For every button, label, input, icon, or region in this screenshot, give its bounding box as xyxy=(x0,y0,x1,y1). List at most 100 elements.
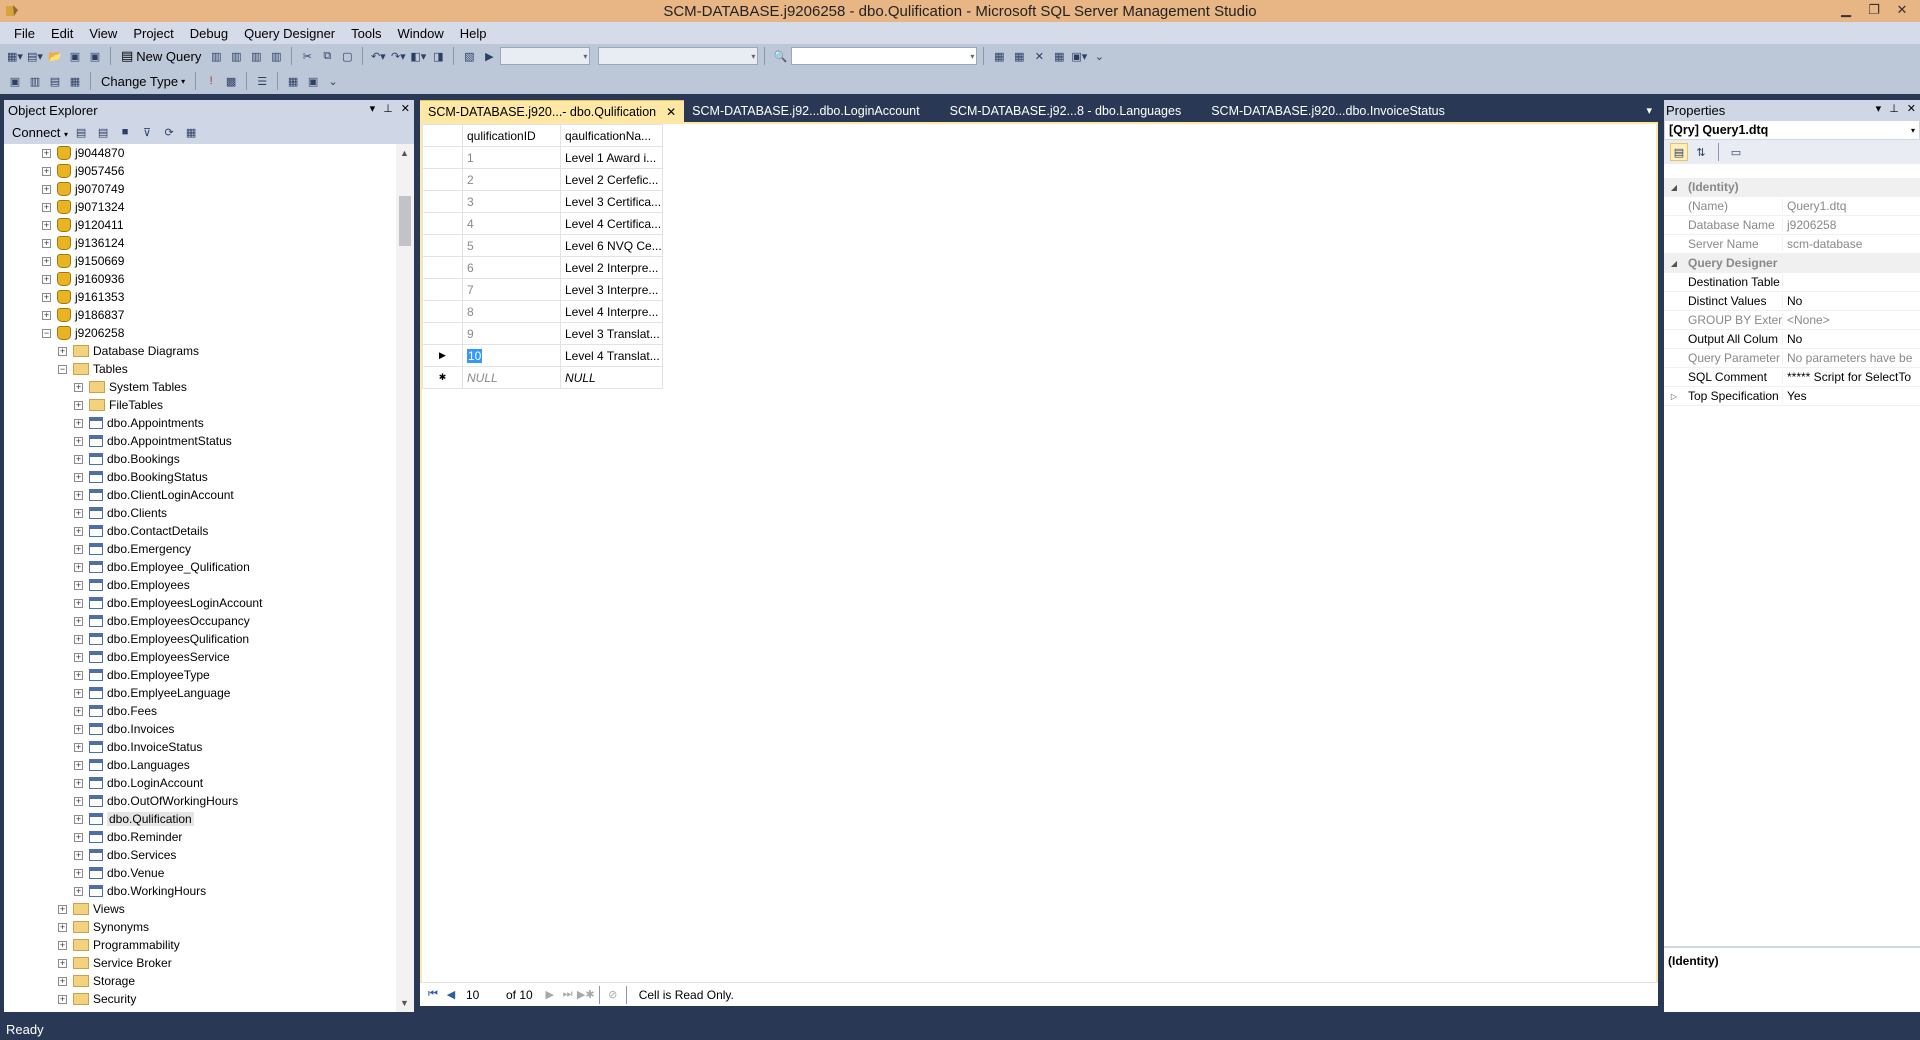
expand-icon[interactable]: + xyxy=(42,202,51,212)
stop-icon[interactable]: ■ xyxy=(116,123,134,141)
table-row[interactable]: 5 Level 6 NVQ Ce... xyxy=(422,234,663,257)
tree-node[interactable]: + dbo.Employee_Qulification xyxy=(74,558,250,576)
group-by-icon[interactable]: ☰ xyxy=(253,72,271,90)
db-engine-query-icon[interactable]: ▥ xyxy=(207,47,225,65)
scroll-down-icon[interactable]: ▼ xyxy=(400,998,409,1008)
tree-node[interactable]: + dbo.EmplyeeLanguage xyxy=(74,684,230,702)
previous-record-icon[interactable]: ◀ xyxy=(442,988,460,1001)
tree-node[interactable]: + j9186837 xyxy=(42,306,124,324)
tree-node[interactable]: + dbo.Employees xyxy=(74,576,190,594)
tree-node[interactable]: + dbo.InvoiceStatus xyxy=(74,738,202,756)
cell-qualification-name[interactable]: Level 3 Certifica... xyxy=(560,190,663,213)
expand-icon[interactable]: + xyxy=(74,490,83,500)
new-query-button[interactable]: ▤ New Query xyxy=(117,48,205,64)
table-row[interactable]: 3 Level 3 Certifica... xyxy=(422,190,663,213)
disconnect-icon[interactable]: ▤ xyxy=(94,123,112,141)
tree-node[interactable]: + j9070749 xyxy=(42,180,124,198)
minimize-icon[interactable]: ▁ xyxy=(1832,0,1860,20)
menu-window[interactable]: Window xyxy=(390,26,452,41)
tab-invoicestatus[interactable]: SCM-DATABASE.j920...dbo.InvoiceStatus xyxy=(1203,100,1453,122)
tree-scrollbar[interactable]: ▲ ▼ xyxy=(396,144,414,1012)
new-row-indicator-icon[interactable]: ✱ xyxy=(422,366,463,389)
scroll-thumb[interactable] xyxy=(399,196,411,246)
close-icon[interactable]: ✕ xyxy=(401,102,410,115)
xmla-query-icon[interactable]: ▥ xyxy=(267,47,285,65)
tree-node[interactable]: + j9161353 xyxy=(42,288,124,306)
property-value[interactable]: No xyxy=(1783,294,1920,308)
tree-node[interactable]: + j9160936 xyxy=(42,270,124,288)
collapse-icon[interactable]: ◢ xyxy=(1664,259,1684,268)
menu-help[interactable]: Help xyxy=(452,26,495,41)
expand-icon[interactable]: + xyxy=(74,400,83,410)
tree-node[interactable]: + System Tables xyxy=(74,378,187,396)
last-record-icon[interactable]: ⏭ xyxy=(559,988,577,1001)
expand-icon[interactable]: + xyxy=(58,958,67,968)
tree-node[interactable]: + dbo.AppointmentStatus xyxy=(74,432,232,450)
cell-qualification-name[interactable]: Level 3 Interpre... xyxy=(560,278,663,301)
cut-icon[interactable]: ✂ xyxy=(298,47,316,65)
pin-icon[interactable]: ⊥ xyxy=(383,102,393,115)
panel-dropdown-icon[interactable]: ▾ xyxy=(370,102,376,115)
expand-icon[interactable]: + xyxy=(42,166,51,176)
tree-node[interactable]: + Synonyms xyxy=(58,918,149,936)
property-row[interactable]: Server Name scm-database xyxy=(1664,235,1920,254)
tree-node[interactable]: + dbo.Qulification xyxy=(74,810,194,828)
cell-qualification-name[interactable]: Level 2 Cerfefic... xyxy=(560,168,663,191)
find-combo[interactable]: ▾ xyxy=(791,47,978,65)
menu-view[interactable]: View xyxy=(81,26,125,41)
tab-list-dropdown-icon[interactable]: ▾ xyxy=(1646,104,1652,117)
cell-qualification-name[interactable]: Level 4 Certifica... xyxy=(560,212,663,235)
navigate-forward-icon[interactable]: ◨ xyxy=(429,47,447,65)
tree-node[interactable]: + dbo.EmployeeType xyxy=(74,666,210,684)
tree-node[interactable]: + Storage xyxy=(58,972,135,990)
expand-icon[interactable]: + xyxy=(42,274,51,284)
cell-qulification-id[interactable]: NULL xyxy=(462,366,561,389)
cell-qulification-id[interactable]: 9 xyxy=(462,322,561,345)
tree-node[interactable]: + Programmability xyxy=(58,936,180,954)
expand-icon[interactable]: + xyxy=(74,562,83,572)
new-project-icon[interactable]: ▦▾ xyxy=(6,47,24,65)
row-header[interactable] xyxy=(422,322,463,345)
close-icon[interactable]: ✕ xyxy=(1888,0,1916,20)
solution-platform-combo[interactable]: ▾ xyxy=(598,47,759,65)
toolbox-icon[interactable]: ▦ xyxy=(1050,47,1068,65)
cell-qulification-id[interactable]: 7 xyxy=(462,278,561,301)
tree-node[interactable]: + dbo.Bookings xyxy=(74,450,180,468)
filter-icon[interactable]: ⊽ xyxy=(138,123,156,141)
add-item-icon[interactable]: ▤▾ xyxy=(26,47,44,65)
save-all-icon[interactable]: ▣ xyxy=(86,47,104,65)
tree-node[interactable]: + dbo.EmployeesLoginAccount xyxy=(74,594,262,612)
tree-node[interactable]: + dbo.Venue xyxy=(74,864,164,882)
expand-icon[interactable]: + xyxy=(74,868,83,878)
table-row[interactable]: 2 Level 2 Cerfefic... xyxy=(422,168,663,191)
solution-config-combo[interactable]: ▾ xyxy=(500,47,591,65)
tree-node[interactable]: + dbo.Invoices xyxy=(74,720,174,738)
property-row[interactable]: Output All Colum No xyxy=(1664,330,1920,349)
expand-icon[interactable]: + xyxy=(74,472,83,482)
open-file-icon[interactable]: 📂 xyxy=(46,47,64,65)
column-header[interactable]: qaulficationNa... xyxy=(560,124,663,147)
pin-icon[interactable]: ⊥ xyxy=(1889,102,1899,115)
cell-qualification-name[interactable]: Level 1 Award i... xyxy=(560,146,663,169)
row-header[interactable] xyxy=(422,234,463,257)
close-icon[interactable]: ✕ xyxy=(666,105,676,119)
add-table-icon[interactable]: ▦ xyxy=(284,72,302,90)
tree-node[interactable]: + dbo.LoginAccount xyxy=(74,774,203,792)
expand-icon[interactable]: + xyxy=(58,904,67,914)
cell-qualification-name[interactable]: NULL xyxy=(560,366,663,389)
cell-qualification-name[interactable]: Level 3 Translat... xyxy=(560,322,663,345)
menu-query-designer[interactable]: Query Designer xyxy=(236,26,343,41)
expand-icon[interactable]: + xyxy=(74,742,83,752)
table-row[interactable]: 6 Level 2 Interpre... xyxy=(422,256,663,279)
row-header[interactable] xyxy=(422,168,463,191)
new-record-icon[interactable]: ▶✱ xyxy=(577,988,595,1001)
cell-qulification-id[interactable]: 5 xyxy=(462,234,561,257)
find-in-files-icon[interactable]: 🔍 xyxy=(771,47,789,65)
property-value[interactable]: Yes xyxy=(1783,389,1920,403)
toolbar-overflow-icon[interactable]: ⌄ xyxy=(324,72,342,90)
row-header[interactable] xyxy=(422,300,463,323)
tree-node[interactable]: + dbo.Clients xyxy=(74,504,167,522)
tree-node[interactable]: + dbo.Reminder xyxy=(74,828,182,846)
expand-icon[interactable]: + xyxy=(74,814,83,824)
property-row[interactable]: ▷ Top Specification Yes xyxy=(1664,387,1920,406)
